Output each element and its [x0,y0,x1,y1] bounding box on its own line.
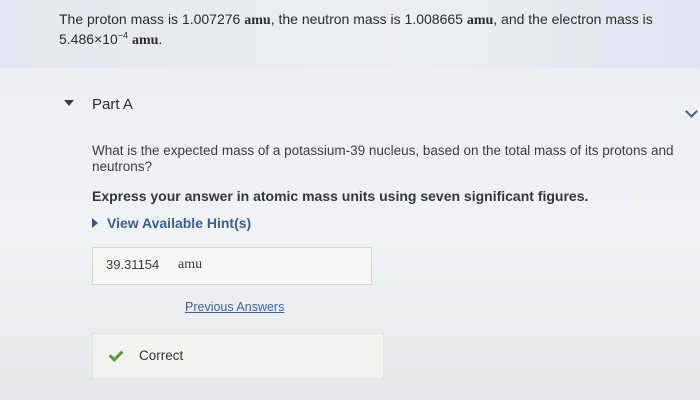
answer-value: 39.31154 [106,257,160,272]
previous-answers-link[interactable]: Previous Answers [185,300,284,314]
answer-instruction: Express your answer in atomic mass units… [92,188,589,204]
part-title[interactable]: Part A [92,96,133,113]
electron-mass-exponent: −4 [117,30,129,41]
check-icon [108,347,124,362]
chevron-right-icon[interactable] [685,105,698,118]
electron-mass-value: 5.486×10 [59,31,118,47]
view-hints-toggle[interactable]: View Available Hint(s) [92,215,251,231]
answer-field[interactable]: 39.31154 amu [92,247,372,285]
caret-right-icon [92,218,98,228]
electron-mass-text: , and the electron mass is [493,11,653,27]
neutron-mass-text: , the neutron mass is 1.008665 [270,11,463,27]
electron-unit: amu [131,33,159,48]
proton-mass-text: The proton mass is 1.007276 [59,11,241,27]
proton-unit: amu [244,13,271,28]
feedback-status: Correct [139,348,184,363]
intro-text: The proton mass is 1.007276 amu, the neu… [59,10,679,50]
feedback-panel: Correct [92,333,384,379]
answer-unit: amu [178,257,203,272]
problem-intro: The proton mass is 1.007276 amu, the neu… [0,0,700,68]
intro-period: . [158,31,163,47]
caret-down-icon[interactable] [64,100,74,106]
view-hints-label: View Available Hint(s) [107,215,252,231]
question-text: What is the expected mass of a potassium… [92,143,674,174]
neutron-unit: amu [466,13,494,28]
